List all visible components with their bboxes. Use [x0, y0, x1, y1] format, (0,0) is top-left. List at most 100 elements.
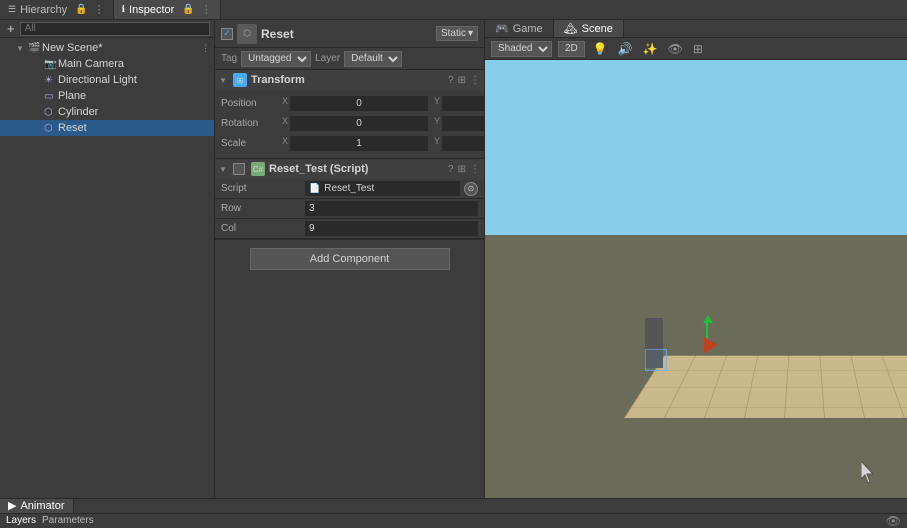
- parameters-button[interactable]: Parameters: [42, 515, 94, 526]
- plane-label: Plane: [58, 90, 86, 102]
- script-file-button[interactable]: 📄 Reset_Test: [305, 181, 460, 196]
- script-more-icon[interactable]: ⋮: [470, 164, 480, 175]
- scale-label: Scale: [221, 138, 276, 149]
- animator-tab-label: Animator: [20, 500, 64, 512]
- position-x-axis-label: X: [278, 96, 288, 111]
- layer-select[interactable]: Default: [344, 51, 402, 67]
- scale-y-input[interactable]: [442, 136, 485, 151]
- top-bar: ☰ Hierarchy 🔒 ⋮ ℹ Inspector 🔒 ⋮: [0, 0, 907, 20]
- tag-label: Tag: [221, 53, 237, 64]
- hierarchy-tab-icon: ☰: [8, 4, 16, 15]
- transform-header[interactable]: ▼ ⊞ Transform ? ⊞ ⋮: [215, 70, 484, 90]
- position-x-input[interactable]: [290, 96, 428, 111]
- object-name-input[interactable]: [261, 27, 432, 41]
- static-dropdown[interactable]: Static ▾: [436, 26, 478, 41]
- inspector-tab-label: Inspector: [129, 4, 174, 16]
- hierarchy-item-cylinder[interactable]: ⬡ Cylinder: [0, 104, 214, 120]
- hierarchy-tab-label: Hierarchy: [20, 4, 67, 16]
- object-active-checkbox[interactable]: ✓: [221, 28, 233, 40]
- inspector-more-icon[interactable]: ⋮: [201, 3, 212, 16]
- transform-more-icon[interactable]: ⋮: [470, 75, 480, 86]
- hierarchy-panel: + ▼ 🎬 New Scene* ⋮ 📷 Main Camera: [0, 20, 215, 498]
- 2d-button[interactable]: 2D: [558, 41, 585, 57]
- hierarchy-plus-button[interactable]: +: [4, 21, 18, 36]
- position-row: Position X Y Z: [221, 94, 478, 112]
- tag-select[interactable]: Untagged: [241, 51, 311, 67]
- scale-x-input[interactable]: [290, 136, 428, 151]
- hierarchy-item-plane[interactable]: ▭ Plane: [0, 88, 214, 104]
- scale-row: Scale X Y Z: [221, 134, 478, 152]
- scene-visibility-icon[interactable]: 👁: [666, 42, 685, 56]
- row-value-input[interactable]: [305, 201, 478, 216]
- game-tab[interactable]: 🎮 Game: [485, 20, 554, 37]
- scene-area: 🎮 Game 🏔 Scene Shaded 2D 💡 🔊 ✨ 👁 ⊞: [485, 20, 907, 498]
- position-field-group: X Y Z: [278, 96, 485, 111]
- transform-icon: ⊞: [233, 73, 247, 87]
- hierarchy-lock-icon[interactable]: 🔒: [75, 4, 87, 15]
- hierarchy-search-input[interactable]: [20, 22, 210, 36]
- hierarchy-item-reset[interactable]: ⬡ Reset: [0, 120, 214, 136]
- rotation-x-axis-label: X: [278, 116, 288, 131]
- scene-tabs: 🎮 Game 🏔 Scene: [485, 20, 907, 38]
- scene-ground: [624, 278, 907, 418]
- cylinder-icon: ⬡: [44, 107, 58, 118]
- rotation-y-input[interactable]: [442, 116, 485, 131]
- layers-button[interactable]: Layers: [6, 515, 36, 526]
- transform-grid: Position X Y Z Rotation X: [215, 90, 484, 158]
- hierarchy-item-main-camera[interactable]: 📷 Main Camera: [0, 56, 214, 72]
- scene-more-icon[interactable]: ⋮: [201, 43, 210, 54]
- transform-title: Transform: [251, 74, 444, 86]
- scale-y-axis-label: Y: [430, 136, 440, 151]
- transform-help-icon[interactable]: ?: [448, 75, 454, 86]
- script-settings-icon[interactable]: ⊞: [458, 164, 466, 175]
- static-dropdown-arrow-icon: ▾: [468, 28, 473, 39]
- script-toggle-icon: ▼: [219, 165, 229, 174]
- dir-light-icon: ☀: [44, 75, 58, 86]
- col-field-label: Col: [221, 223, 301, 234]
- scene-light-icon[interactable]: 💡: [591, 42, 610, 56]
- col-field-row: Col: [215, 219, 484, 239]
- script-circle-button[interactable]: ⊙: [464, 182, 478, 196]
- animator-tab[interactable]: ▶ Animator: [0, 499, 74, 513]
- scene-audio-icon[interactable]: 🔊: [616, 42, 635, 56]
- main-camera-icon: 📷: [44, 59, 58, 70]
- add-component-button[interactable]: Add Component: [250, 248, 450, 270]
- object-3d-icon: ⬡: [237, 24, 257, 44]
- hierarchy-scene-root[interactable]: ▼ 🎬 New Scene* ⋮: [0, 40, 214, 56]
- col-value-input[interactable]: [305, 221, 478, 236]
- rotation-field-group: X Y Z: [278, 116, 485, 131]
- scene-fx-icon[interactable]: ✨: [641, 42, 660, 56]
- scene-view[interactable]: [485, 60, 907, 498]
- shading-select[interactable]: Shaded: [491, 41, 552, 57]
- right-arrow-icon: [704, 337, 718, 353]
- script-help-icon[interactable]: ?: [448, 164, 454, 175]
- scene-gizmo-arrow: [704, 337, 718, 353]
- scene-gizmo-icon[interactable]: ⊞: [691, 42, 705, 56]
- script-header[interactable]: ▼ C# Reset_Test (Script) ? ⊞ ⋮: [215, 159, 484, 179]
- script-active-checkbox[interactable]: [233, 163, 245, 175]
- hierarchy-item-directional-light[interactable]: ☀ Directional Light: [0, 72, 214, 88]
- row-field-label: Row: [221, 203, 301, 214]
- position-y-input[interactable]: [442, 96, 485, 111]
- object-header: ✓ ⬡ Static ▾: [215, 20, 484, 48]
- inspector-panel: ✓ ⬡ Static ▾ Tag Untagged Layer Default: [215, 20, 485, 498]
- game-tab-label: Game: [513, 23, 543, 35]
- cylinder-label: Cylinder: [58, 106, 98, 118]
- script-file-icon: 📄: [309, 183, 320, 194]
- hierarchy-more-icon[interactable]: ⋮: [94, 3, 105, 16]
- rotation-y-axis-label: Y: [430, 116, 440, 131]
- rotation-x-input[interactable]: [290, 116, 428, 131]
- transform-settings-icon[interactable]: ⊞: [458, 75, 466, 86]
- bottom-tabs: ▶ Animator: [0, 499, 907, 514]
- inspector-tab[interactable]: ℹ Inspector 🔒 ⋮: [114, 0, 221, 19]
- bottom-toolbar: Layers Parameters 👁: [0, 514, 907, 528]
- script-title: Reset_Test (Script): [269, 163, 444, 175]
- bottom-eye-icon[interactable]: 👁: [886, 514, 901, 528]
- inspector-lock-icon[interactable]: 🔒: [182, 4, 194, 15]
- add-component-section: Add Component: [215, 240, 484, 278]
- animator-tab-icon: ▶: [8, 499, 16, 512]
- hierarchy-tab[interactable]: ☰ Hierarchy 🔒 ⋮: [0, 0, 114, 19]
- script-field-label: Script: [221, 183, 301, 194]
- scene-tab[interactable]: 🏔 Scene: [554, 20, 624, 37]
- scene-toolbar: Shaded 2D 💡 🔊 ✨ 👁 ⊞: [485, 38, 907, 60]
